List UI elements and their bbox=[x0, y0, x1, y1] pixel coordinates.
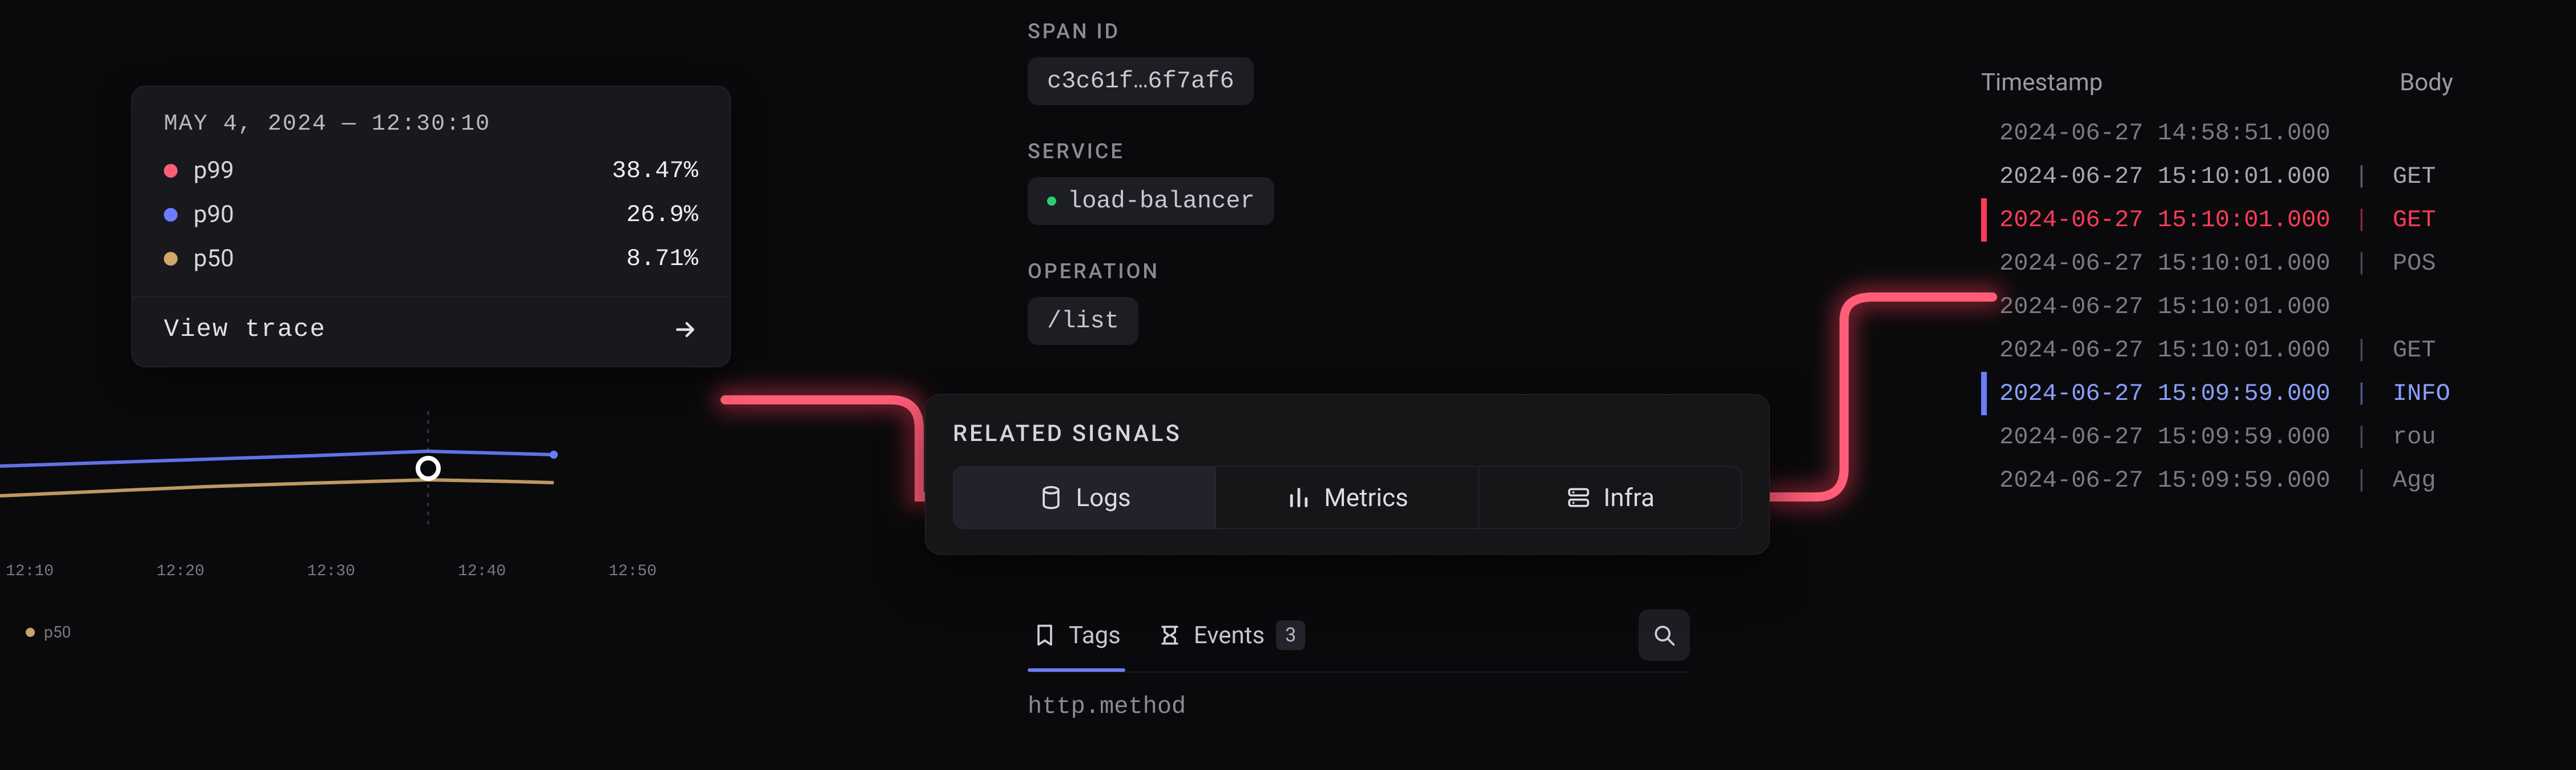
signals-tab-logs[interactable]: Logs bbox=[953, 467, 1216, 528]
related-signals-title: RELATED SIGNALS bbox=[953, 420, 1742, 447]
dot-icon bbox=[164, 208, 178, 222]
span-detail-panel: SPAN ID c3c61f…6f7af6 SERVICE load-balan… bbox=[1028, 6, 1690, 720]
signals-tabs: Logs Metrics Infra bbox=[953, 466, 1742, 529]
service-chip[interactable]: load-balancer bbox=[1028, 177, 1274, 225]
tag-key: http.method bbox=[1028, 693, 1690, 720]
status-dot-icon bbox=[1047, 196, 1056, 206]
span-tabs: Tags Events 3 bbox=[1028, 596, 1690, 672]
tooltip-row-p90: p90 26.9% bbox=[164, 192, 698, 236]
dot-icon bbox=[164, 164, 178, 178]
log-row[interactable]: 2024-06-27 15:09:59.000|INFO bbox=[1981, 372, 2576, 415]
log-row[interactable]: 2024-06-27 15:09:59.000|rou bbox=[1981, 415, 2576, 459]
logs-header: Timestamp Body bbox=[1981, 69, 2576, 111]
log-row[interactable]: 2024-06-27 14:58:51.000 bbox=[1981, 111, 2576, 155]
log-row[interactable]: 2024-06-27 15:10:01.000|POS bbox=[1981, 242, 2576, 285]
tooltip-timestamp: MAY 4, 2024 — 12:30:10 bbox=[132, 86, 730, 149]
span-id-chip[interactable]: c3c61f…6f7af6 bbox=[1028, 57, 1254, 105]
dot-icon bbox=[164, 252, 178, 266]
tooltip-row-p99: p99 38.47% bbox=[164, 149, 698, 192]
events-icon bbox=[1157, 623, 1182, 648]
signals-tab-infra[interactable]: Infra bbox=[1479, 467, 1741, 528]
log-row[interactable]: 2024-06-27 15:10:01.000|GET bbox=[1981, 155, 2576, 198]
search-button[interactable] bbox=[1639, 609, 1690, 661]
log-row[interactable]: 2024-06-27 15:10:01.000|GET bbox=[1981, 328, 2576, 372]
related-signals-card: RELATED SIGNALS Logs Metrics Infra bbox=[925, 394, 1770, 555]
infra-icon bbox=[1566, 485, 1591, 510]
tab-events[interactable]: Events 3 bbox=[1153, 609, 1310, 661]
log-row[interactable]: 2024-06-27 15:10:01.000 bbox=[1981, 285, 2576, 328]
service-label: SERVICE bbox=[1028, 139, 1690, 163]
signals-tab-metrics[interactable]: Metrics bbox=[1216, 467, 1479, 528]
legend-dot-p50 bbox=[26, 628, 35, 637]
bookmark-icon bbox=[1032, 623, 1057, 648]
arrow-right-icon bbox=[673, 317, 698, 342]
latency-mini-chart[interactable] bbox=[0, 411, 617, 526]
events-count-badge: 3 bbox=[1276, 620, 1305, 650]
operation-chip[interactable]: /list bbox=[1028, 297, 1138, 345]
search-icon bbox=[1652, 623, 1677, 648]
tab-tags[interactable]: Tags bbox=[1028, 610, 1125, 661]
metrics-icon bbox=[1286, 485, 1311, 510]
log-row[interactable]: 2024-06-27 15:09:59.000|Agg bbox=[1981, 459, 2576, 502]
log-row[interactable]: 2024-06-27 15:10:01.000|GET bbox=[1981, 198, 2576, 242]
chart-tooltip: MAY 4, 2024 — 12:30:10 p99 38.47% p90 26… bbox=[131, 86, 731, 367]
span-id-label: SPAN ID bbox=[1028, 19, 1690, 43]
col-timestamp: Timestamp bbox=[1981, 69, 2103, 97]
view-trace-button[interactable]: View trace bbox=[132, 296, 730, 367]
operation-label: OPERATION bbox=[1028, 259, 1690, 283]
chart-legend: p50 bbox=[26, 623, 71, 641]
tooltip-row-p50: p50 8.71% bbox=[164, 236, 698, 280]
chart-x-axis: 12:10 12:20 12:30 12:40 12:50 bbox=[0, 563, 685, 580]
logs-panel: Timestamp Body 2024-06-27 14:58:51.00020… bbox=[1981, 69, 2576, 502]
logs-icon bbox=[1039, 485, 1064, 510]
legend-label: p50 bbox=[44, 623, 71, 641]
col-body: Body bbox=[2400, 69, 2453, 97]
latency-chart-panel: 12:10 12:20 12:30 12:40 12:50 p50 MAY 4,… bbox=[0, 0, 685, 770]
